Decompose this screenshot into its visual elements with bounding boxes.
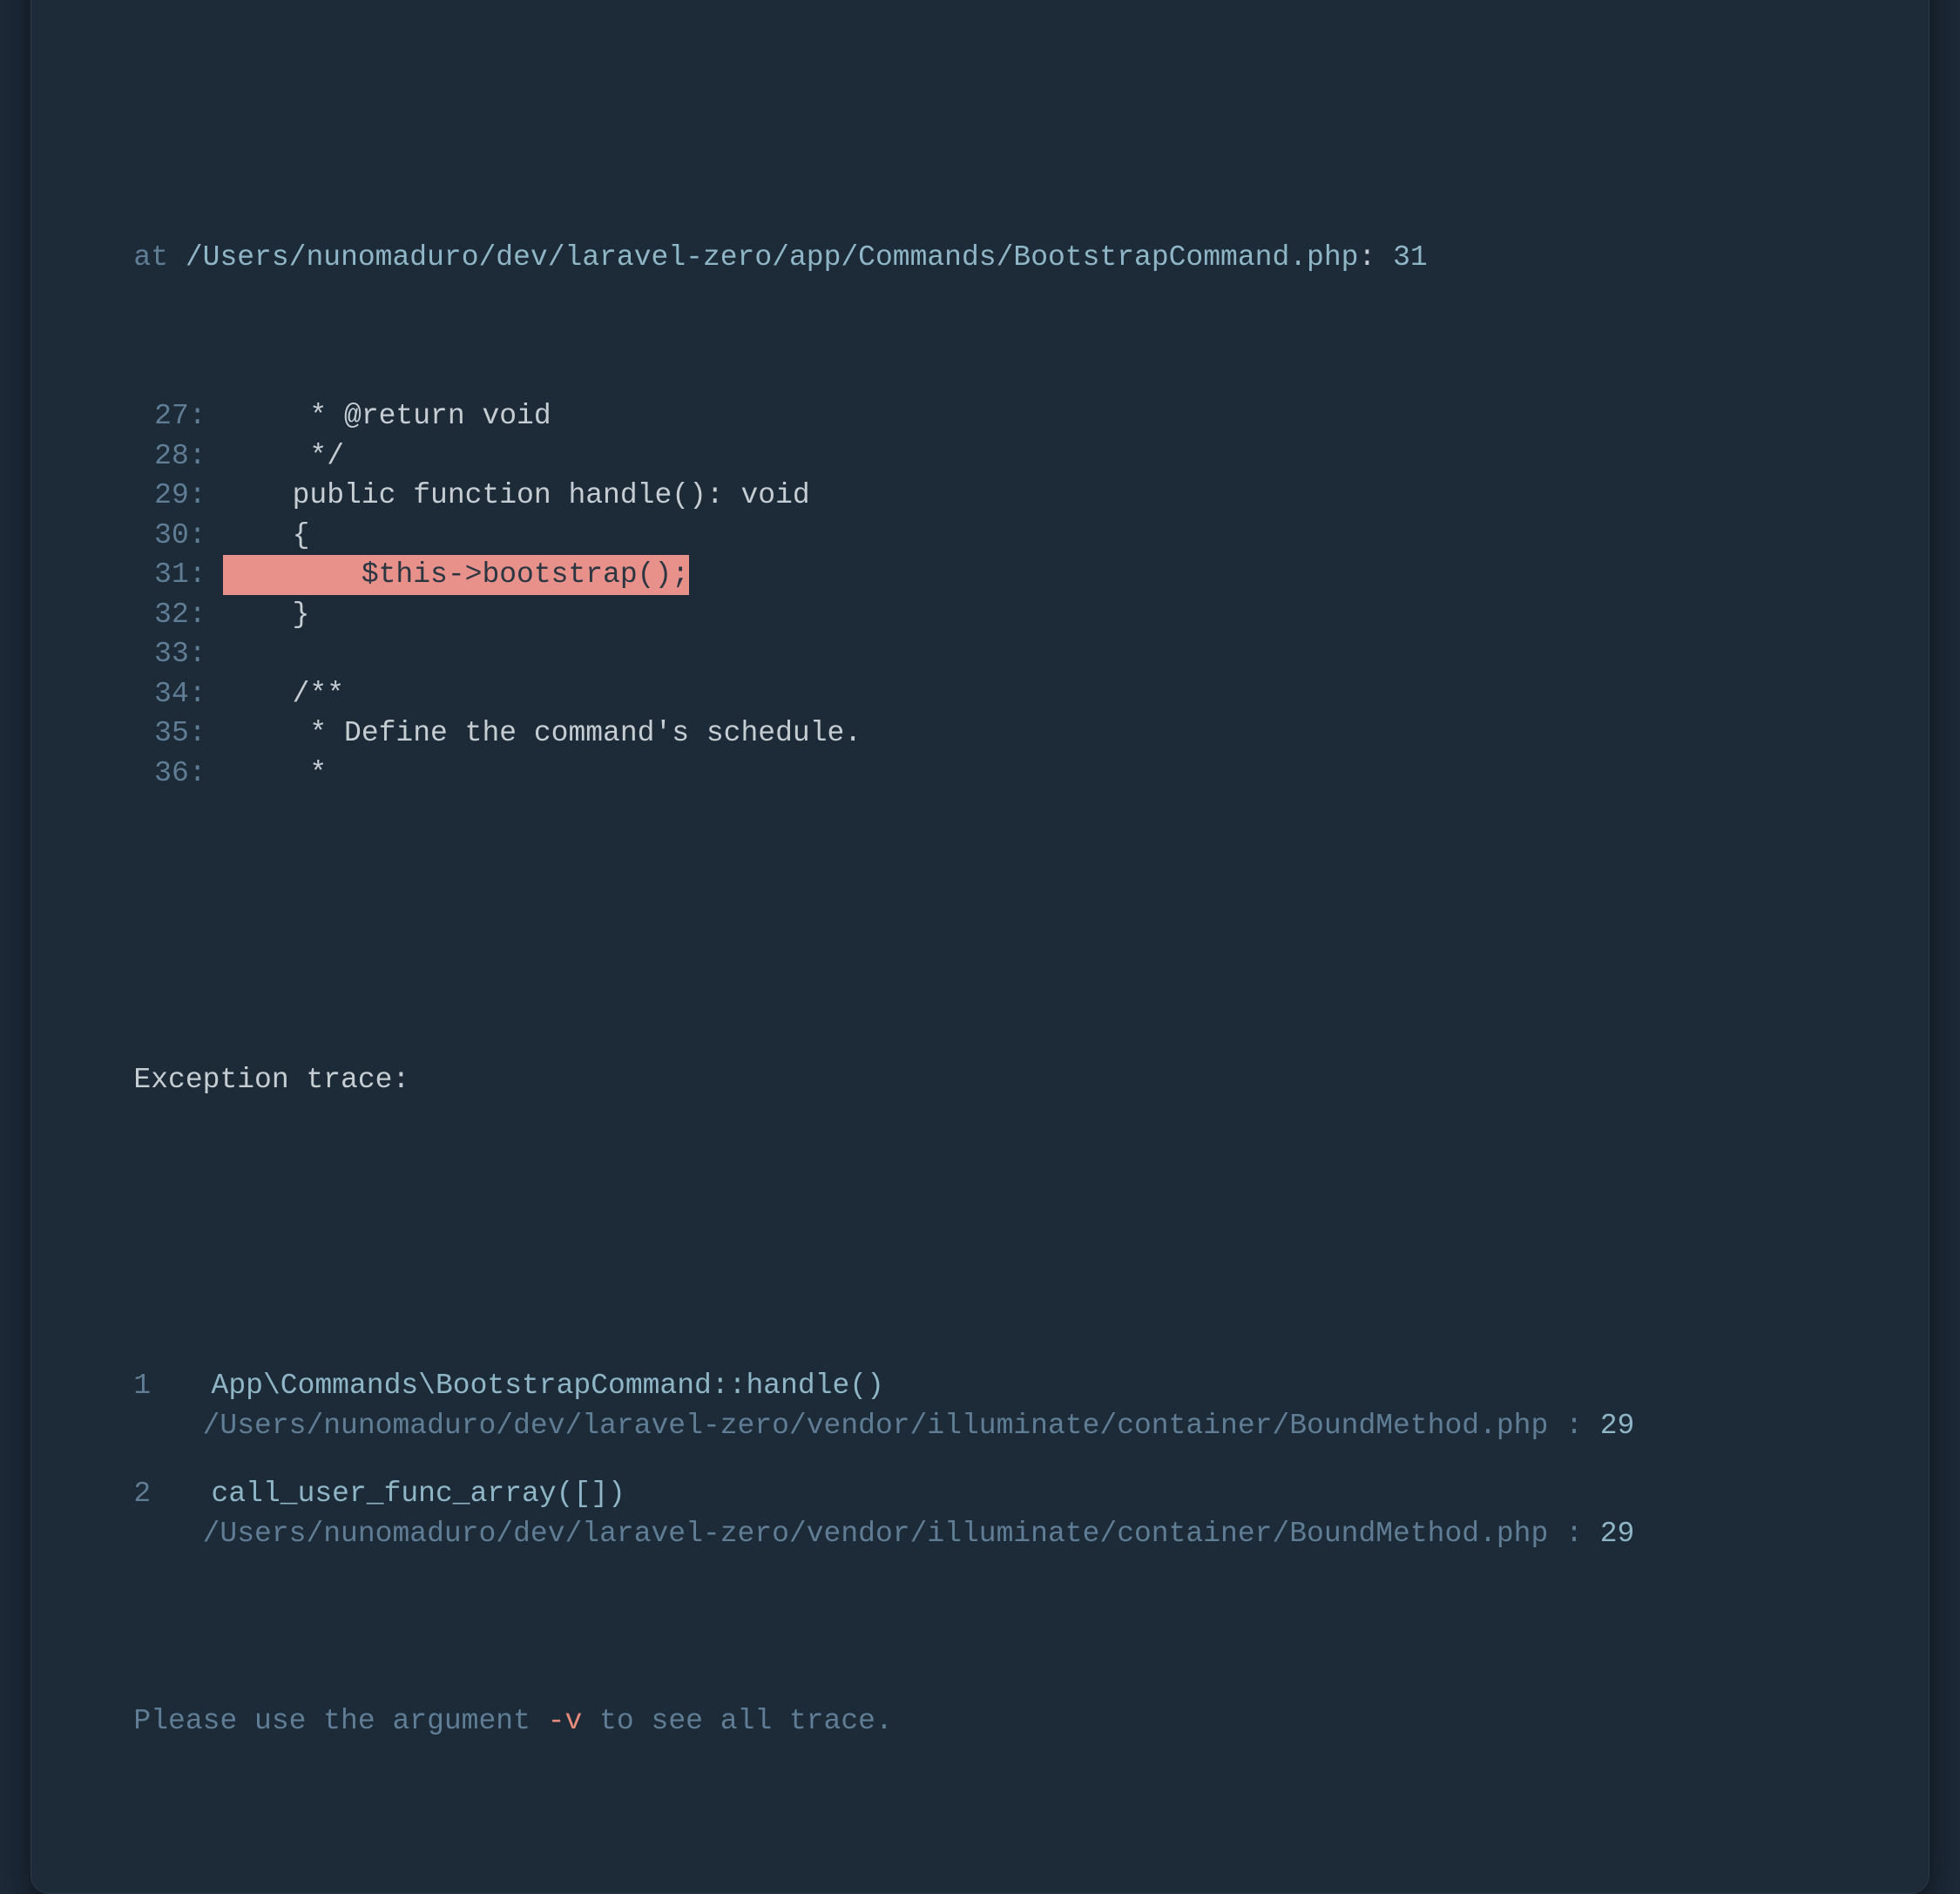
code-text: * [223,757,327,789]
trace-path: /Users/nunomaduro/dev/laravel-zero/vendo… [203,1410,1549,1442]
code-text: * @return void [223,400,551,432]
trace-call: App\Commands\BootstrapCommand::handle() [212,1370,884,1402]
trace-frame-path: /Users/nunomaduro/dev/laravel-zero/vendo… [82,1406,1878,1446]
hint-flag: -v [548,1705,583,1737]
error-location: at /Users/nunomaduro/dev/laravel-zero/ap… [82,238,1878,278]
hint-post: to see all trace. [582,1705,892,1737]
error-file-line: 31 [1393,241,1428,274]
line-number: 33 [133,634,188,674]
line-number: 29 [133,476,188,516]
code-text: * Define the command's schedule. [223,717,862,749]
code-text: /** [223,678,344,710]
at-label: at [133,241,168,274]
hint-pre: Please use the argument [133,1705,547,1737]
trace-frame-call: 1 App\Commands\BootstrapCommand::handle(… [82,1366,1878,1406]
code-line: 31: $this->bootstrap(); [82,555,1878,595]
line-number: 28 [133,436,188,477]
code-line: 30: { [82,516,1878,556]
trace-line: 29 [1600,1410,1635,1442]
code-text: } [223,599,309,631]
line-number: 27 [133,396,188,436]
line-number: 36 [133,754,188,794]
trace-call: call_user_func_array([]) [212,1478,625,1510]
exception-trace: 1 App\Commands\BootstrapCommand::handle(… [82,1366,1878,1582]
line-number: 32 [133,595,188,635]
trace-hint: Please use the argument -v to see all tr… [82,1701,1878,1742]
error-file-path: /Users/nunomaduro/dev/laravel-zero/app/C… [186,241,1359,274]
trace-index: 1 [133,1366,159,1406]
terminal-body[interactable]: → laravel-zero git:(release-4.0.0) ✗ php… [64,0,1896,1864]
code-line: 35: * Define the command's schedule. [82,714,1878,754]
code-line: 34: /** [82,674,1878,714]
code-line: 32: } [82,595,1878,635]
trace-title: Exception trace: [82,1060,1878,1100]
highlighted-code: $this->bootstrap(); [223,555,689,595]
trace-frame-path: /Users/nunomaduro/dev/laravel-zero/vendo… [82,1514,1878,1554]
trace-line: 29 [1600,1518,1635,1550]
code-line: 36: * [82,754,1878,794]
code-context: 27: * @return void 28: */ 29: public fun… [82,396,1878,793]
code-line: 29: public function handle(): void [82,476,1878,516]
trace-index: 2 [133,1474,159,1514]
code-line: 28: */ [82,436,1878,477]
line-number: 30 [133,516,188,556]
trace-path: /Users/nunomaduro/dev/laravel-zero/vendo… [203,1518,1549,1550]
code-text: public function handle(): void [223,479,809,511]
code-line: 27: * @return void [82,396,1878,436]
code-text: */ [223,440,344,472]
line-number: 35 [133,714,188,754]
code-text: { [223,519,309,551]
line-number: 31 [133,555,188,595]
code-line: 33: [82,634,1878,674]
trace-frame-call: 2 call_user_func_array([]) [82,1474,1878,1514]
line-number: 34 [133,674,188,714]
terminal-window: nunomaduro@mac: ~/dev/laravel-zero → lar… [30,0,1930,1894]
